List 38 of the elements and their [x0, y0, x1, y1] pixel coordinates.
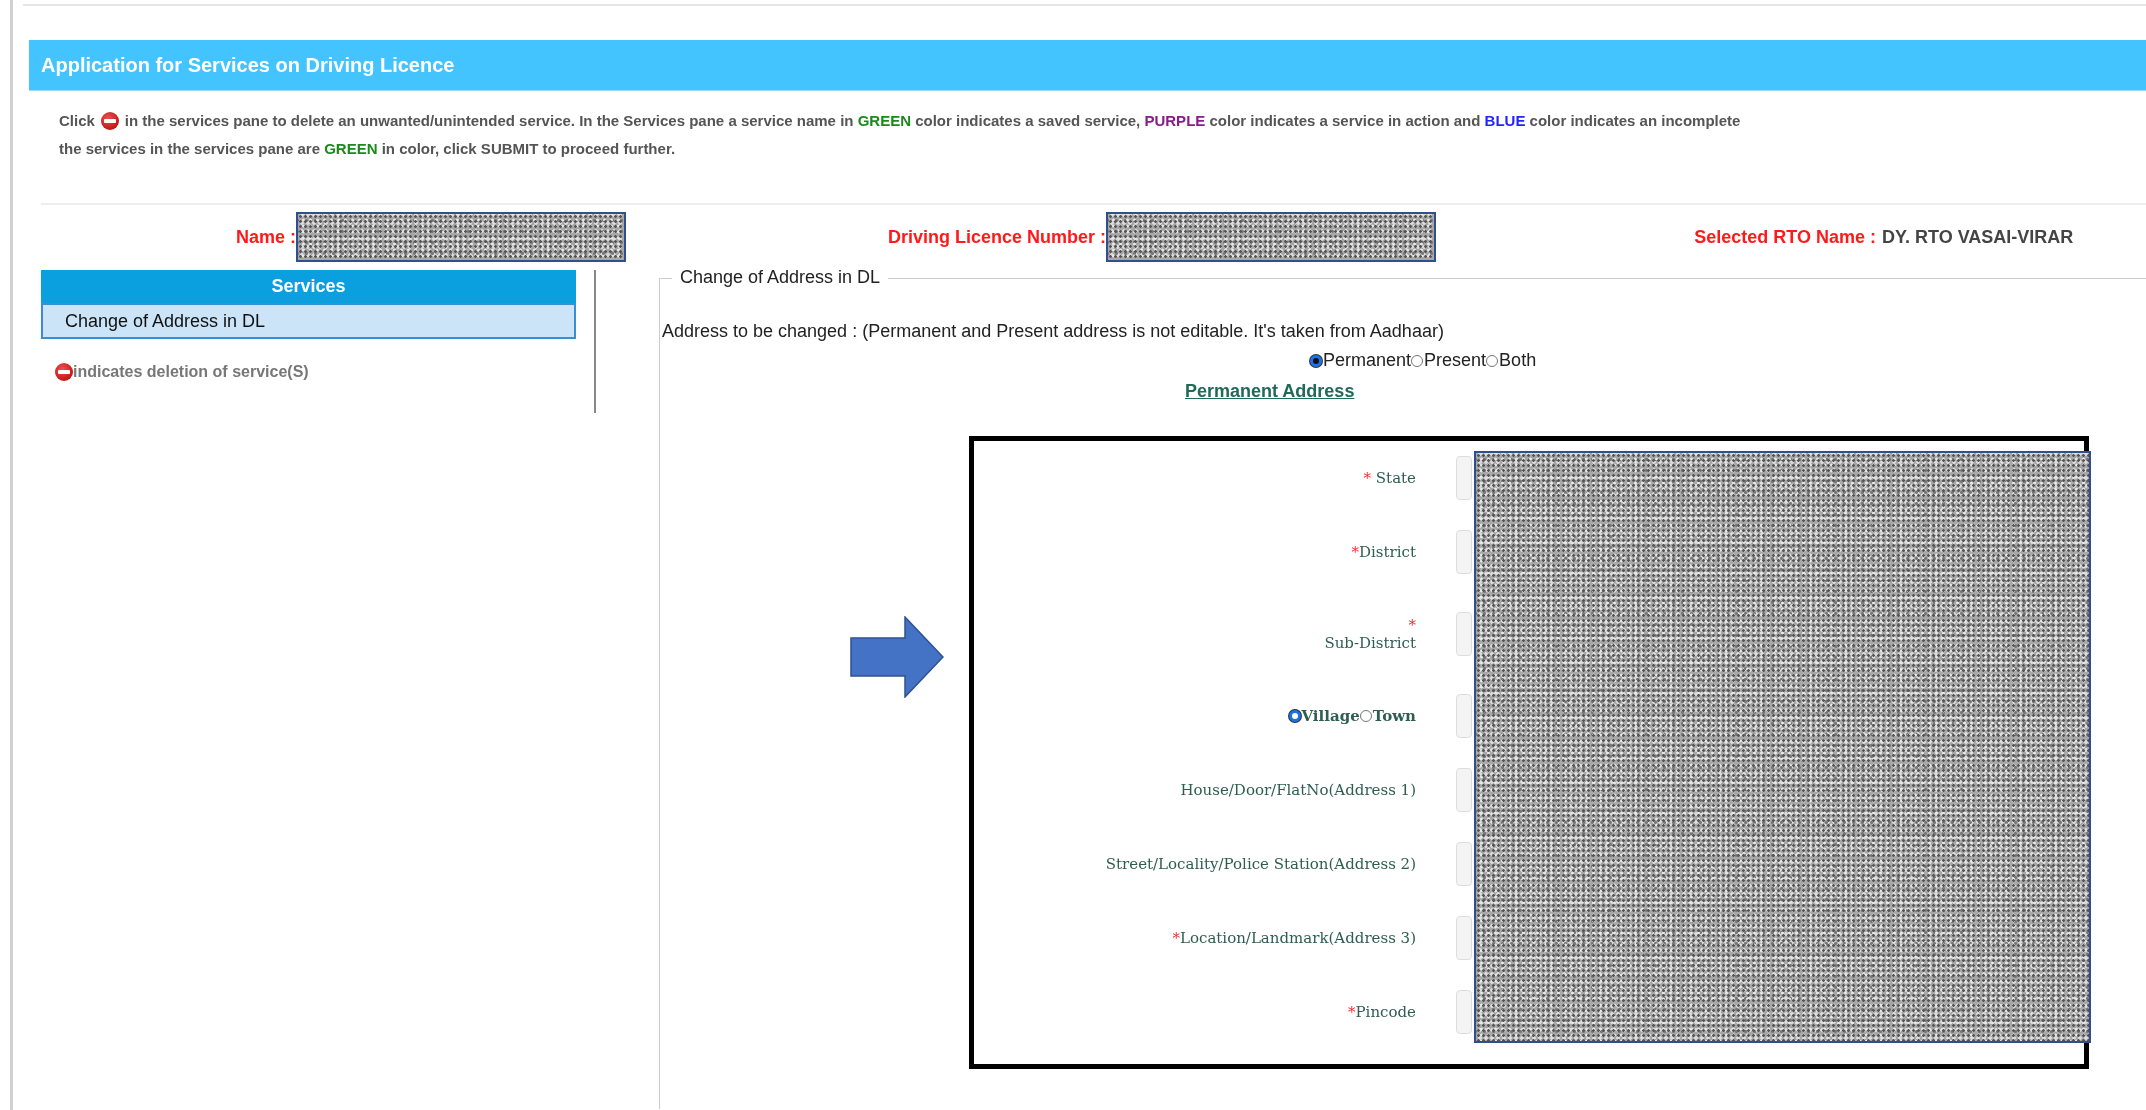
field-label: *Pincode — [1348, 1003, 1416, 1021]
rto-value: DY. RTO VASAI-VIRAR — [1882, 226, 2074, 248]
radio-option[interactable]: Both — [1486, 350, 1537, 371]
required-marker: * — [1408, 616, 1416, 634]
field-label: Street/Locality/Police Station(Address 2) — [1105, 855, 1416, 873]
page-title: Application for Services on Driving Licence — [41, 53, 455, 77]
input-field[interactable] — [1456, 916, 1472, 960]
radio-option[interactable]: Permanent — [1310, 350, 1412, 371]
radio-option[interactable]: Present — [1411, 350, 1487, 371]
section-link[interactable]: Permanent Address — [1185, 381, 1355, 402]
deletion-note: indicates deletion of service(S) — [73, 363, 309, 381]
radio-option[interactable]: Town — [1359, 707, 1416, 725]
radio-option[interactable]: Village — [1288, 707, 1360, 725]
delete-icon — [55, 363, 73, 381]
field-label: *Location/Landmark(Address 3) — [1172, 929, 1416, 947]
field-label: *District — [1351, 543, 1416, 561]
arrow-icon — [850, 616, 944, 698]
name-label: Name : — [234, 226, 296, 248]
rto-label: Selected RTO Name : — [1693, 226, 1876, 248]
delete-icon — [100, 112, 119, 130]
input-field[interactable] — [1456, 768, 1472, 812]
input-field[interactable] — [1456, 530, 1472, 574]
input-field[interactable] — [1456, 990, 1472, 1034]
field-label: Sub-District — [1324, 634, 1416, 652]
instruction-text: the services in the services pane are GREEN in color, click SUBMIT to proceed further. — [59, 139, 676, 159]
section-legend: Change of Address in DL — [672, 267, 889, 288]
services-header: Services — [41, 270, 576, 303]
instruction-text: in the services pane to delete an unwanted/unintended service. In the Services pane a service name in GREEN color indicates a saved service, PURPLE color indicates a service in action and BLUE color indicates an incomplete — [124, 111, 1741, 131]
address-note: Address to be changed : (Permanent and Present address is not editable. It's taken from Aadhaar) — [662, 321, 1445, 342]
input-field[interactable] — [1456, 842, 1472, 886]
instruction-text: Click — [59, 111, 95, 131]
input-field[interactable] — [1456, 612, 1472, 656]
field-label: House/Door/FlatNo(Address 1) — [1180, 781, 1416, 799]
field-label: * State — [1363, 469, 1416, 487]
input-field[interactable] — [1456, 694, 1472, 738]
input-field[interactable] — [1456, 456, 1472, 500]
licence-label: Driving Licence Number : — [886, 226, 1106, 248]
service-item[interactable]: Change of Address in DL — [41, 303, 576, 339]
